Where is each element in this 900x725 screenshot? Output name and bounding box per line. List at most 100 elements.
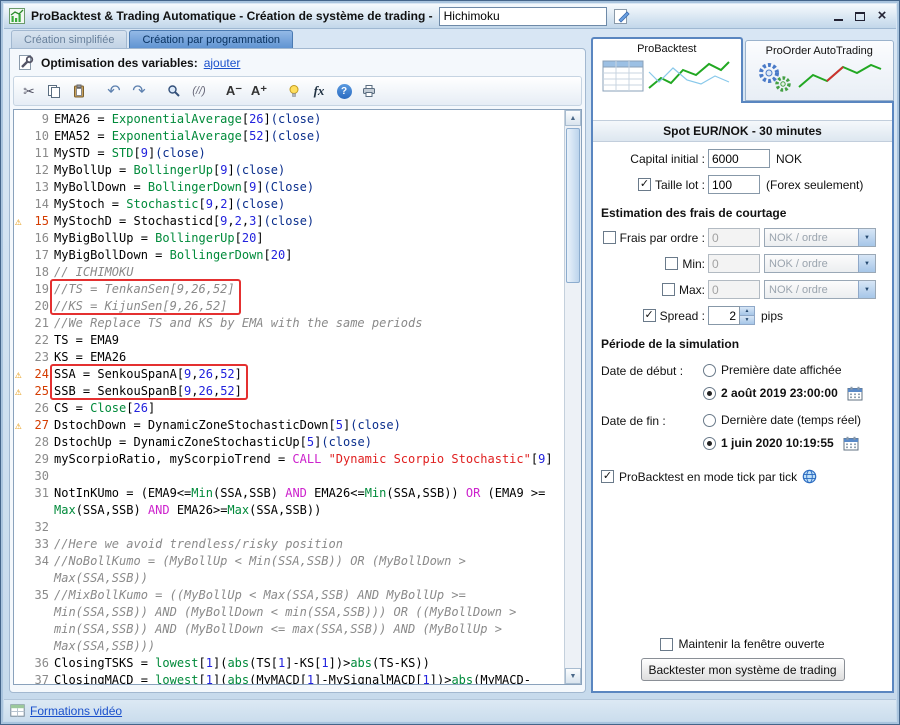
scrollbar-thumb[interactable] [566, 128, 580, 283]
code-line[interactable]: 34 //NoBollKumo = (MyBollUp < Min(SSA,SSB… [14, 553, 564, 587]
code-text[interactable]: MyStochD = Stochasticd[9,2,3](close) [54, 213, 563, 230]
editor-scrollbar[interactable]: ▲ ▼ [564, 110, 581, 684]
code-text[interactable]: // ICHIMOKU [54, 264, 563, 281]
lot-input[interactable] [708, 175, 760, 194]
code-text[interactable]: //We Replace TS and KS by EMA with the s… [54, 315, 563, 332]
code-text[interactable]: EMA26 = ExponentialAverage[26](close) [54, 111, 563, 128]
code-line[interactable]: 21 //We Replace TS and KS by EMA with the… [14, 315, 564, 332]
code-line[interactable]: 19 //TS = TenkanSen[9,26,52] [14, 281, 564, 298]
code-line[interactable]: 13 MyBollDown = BollingerDown[9](Close) [14, 179, 564, 196]
search-button[interactable] [162, 79, 186, 103]
spread-checkbox[interactable]: ✓ [642, 309, 656, 322]
fee-max-input[interactable] [708, 280, 760, 299]
rename-icon[interactable] [613, 7, 632, 26]
code-text[interactable]: ClosingTSKS = lowest[1](abs(TS[1]-KS[1])… [54, 655, 563, 672]
code-line[interactable]: 35 //MixBollKumo = ((MyBollUp < Max(SSA,S… [14, 587, 564, 655]
start-first-radio[interactable] [703, 363, 716, 377]
code-line[interactable]: 22 TS = EMA9 [14, 332, 564, 349]
code-text[interactable]: MySTD = STD[9](close) [54, 145, 563, 162]
start-date-radio[interactable] [703, 386, 716, 400]
end-last-radio[interactable] [703, 413, 716, 427]
code-text[interactable]: ClosingMACD = lowest[1](abs(MyMACD[1]-My… [54, 672, 563, 684]
spread-input[interactable] [708, 306, 740, 325]
code-line[interactable]: 26 CS = Close[26] [14, 400, 564, 417]
calendar-icon[interactable] [843, 436, 859, 451]
fee-order-checkbox[interactable] [602, 231, 616, 244]
code-editor[interactable]: 9 EMA26 = ExponentialAverage[26](close) 10… [13, 109, 582, 685]
code-line[interactable]: 31 NotInKUmo = (EMA9<=Min(SSA,SSB) AND EM… [14, 485, 564, 519]
print-button[interactable] [357, 79, 381, 103]
keep-open-checkbox[interactable] [660, 637, 674, 651]
insert-function-button[interactable]: fx [307, 79, 331, 103]
end-date-radio[interactable] [703, 436, 716, 450]
code-line[interactable]: 20 //KS = KijunSen[9,26,52] [14, 298, 564, 315]
maximize-button[interactable] [851, 8, 869, 24]
code-line[interactable]: 17 MyBigBollDown = BollingerDown[20] [14, 247, 564, 264]
code-text[interactable]: //TS = TenkanSen[9,26,52] [54, 281, 563, 298]
code-line[interactable]: ⚠ 25 SSB = SenkouSpanB[9,26,52] [14, 383, 564, 400]
code-text[interactable]: //KS = KijunSen[9,26,52] [54, 298, 563, 315]
cut-button[interactable]: ✂ [17, 79, 41, 103]
code-text[interactable]: CS = Close[26] [54, 400, 563, 417]
system-name-input[interactable] [438, 6, 607, 26]
code-line[interactable]: 14 MyStoch = Stochastic[9,2](close) [14, 196, 564, 213]
code-text[interactable]: MyBollUp = BollingerUp[9](close) [54, 162, 563, 179]
run-backtest-button[interactable]: Backtester mon système de trading [640, 658, 845, 681]
code-line[interactable]: 36 ClosingTSKS = lowest[1](abs(TS[1]-KS[1… [14, 655, 564, 672]
code-text[interactable] [54, 519, 563, 536]
code-line[interactable]: 37 ClosingMACD = lowest[1](abs(MyMACD[1]-… [14, 672, 564, 684]
code-line[interactable]: 33 //Here we avoid trendless/risky positi… [14, 536, 564, 553]
code-text[interactable]: EMA52 = ExponentialAverage[52](close) [54, 128, 563, 145]
code-text[interactable]: //MixBollKumo = ((MyBollUp < Max(SSA,SSB… [54, 587, 563, 655]
code-text[interactable]: myScorpioRatio, myScorpioTrend = CALL "D… [54, 451, 563, 468]
hint-button[interactable] [282, 79, 306, 103]
code-line[interactable]: 10 EMA52 = ExponentialAverage[52](close) [14, 128, 564, 145]
code-line[interactable]: ⚠ 27 DstochDown = DynamicZoneStochasticDow… [14, 417, 564, 434]
code-text[interactable]: SSA = SenkouSpanA[9,26,52] [54, 366, 563, 383]
stepper-down-icon[interactable]: ▼ [740, 315, 754, 324]
close-button[interactable]: × [873, 8, 891, 24]
code-text[interactable]: //Here we avoid trendless/risky position [54, 536, 563, 553]
help-button[interactable]: ? [332, 79, 356, 103]
fee-max-unit-select[interactable]: NOK / ordre ▼ [764, 280, 876, 299]
font-increase-button[interactable]: A⁺ [247, 79, 271, 103]
font-decrease-button[interactable]: A⁻ [222, 79, 246, 103]
tab-creation-programmation[interactable]: Création par programmation [129, 30, 294, 48]
code-line[interactable]: 18 // ICHIMOKU [14, 264, 564, 281]
code-text[interactable]: NotInKUmo = (EMA9<=Min(SSA,SSB) AND EMA2… [54, 485, 563, 519]
tab-creation-simplifiee[interactable]: Création simplifiée [11, 30, 128, 48]
fee-max-checkbox[interactable] [661, 283, 675, 296]
code-line[interactable]: ⚠ 24 SSA = SenkouSpanA[9,26,52] [14, 366, 564, 383]
code-text[interactable] [54, 468, 563, 485]
code-text[interactable]: DstochDown = DynamicZoneStochasticDown[5… [54, 417, 563, 434]
scroll-down-button[interactable]: ▼ [565, 668, 581, 684]
tick-mode-checkbox[interactable]: ✓ [601, 470, 614, 483]
stepper-up-icon[interactable]: ▲ [740, 307, 754, 315]
code-line[interactable]: 11 MySTD = STD[9](close) [14, 145, 564, 162]
fee-min-input[interactable] [708, 254, 760, 273]
code-line[interactable]: 28 DstochUp = DynamicZoneStochasticUp[5](… [14, 434, 564, 451]
code-text[interactable]: DstochUp = DynamicZoneStochasticUp[5](cl… [54, 434, 563, 451]
code-lines[interactable]: 9 EMA26 = ExponentialAverage[26](close) 10… [14, 111, 564, 684]
code-line[interactable]: 9 EMA26 = ExponentialAverage[26](close) [14, 111, 564, 128]
spread-stepper[interactable]: ▲ ▼ [740, 306, 755, 325]
code-text[interactable]: MyBigBollUp = BollingerUp[20] [54, 230, 563, 247]
fee-min-unit-select[interactable]: NOK / ordre ▼ [764, 254, 876, 273]
paste-button[interactable] [67, 79, 91, 103]
tab-probacktest[interactable]: ProBacktest [591, 37, 743, 103]
add-variable-link[interactable]: ajouter [204, 56, 241, 70]
fee-min-checkbox[interactable] [665, 257, 679, 270]
minimize-button[interactable] [829, 8, 847, 24]
comment-button[interactable]: (//) [187, 79, 211, 103]
code-line[interactable]: 29 myScorpioRatio, myScorpioTrend = CALL … [14, 451, 564, 468]
code-line[interactable]: 30 [14, 468, 564, 485]
scrollbar-track[interactable] [565, 126, 581, 668]
code-line[interactable]: 12 MyBollUp = BollingerUp[9](close) [14, 162, 564, 179]
tab-proorder[interactable]: ProOrder AutoTrading [744, 40, 894, 101]
calendar-icon[interactable] [847, 386, 863, 401]
code-text[interactable]: KS = EMA26 [54, 349, 563, 366]
code-text[interactable]: MyBigBollDown = BollingerDown[20] [54, 247, 563, 264]
fee-order-input[interactable] [708, 228, 760, 247]
lot-checkbox[interactable]: ✓ [637, 178, 651, 191]
code-text[interactable]: TS = EMA9 [54, 332, 563, 349]
